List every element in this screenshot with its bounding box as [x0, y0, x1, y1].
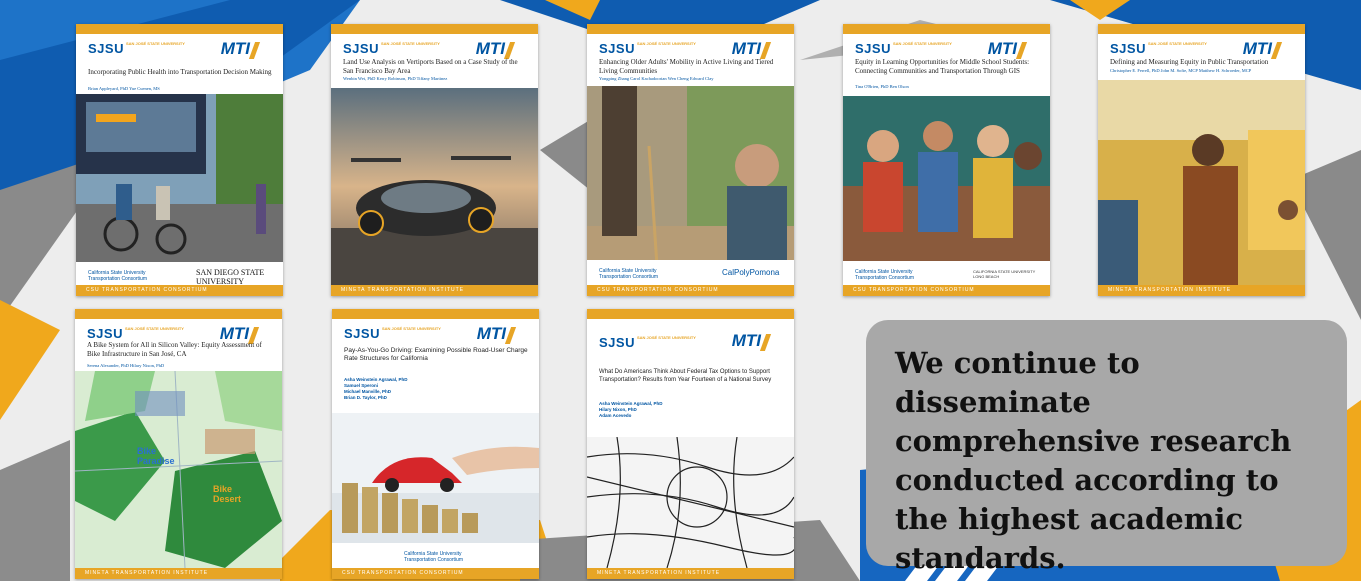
cover-photo-bus-bikes [76, 94, 283, 262]
cover-footer: MINETA TRANSPORTATION INSTITUTE [587, 568, 794, 579]
cover-authors: Brian Appleyard, PhD Yue Cuenen, MS [88, 86, 160, 91]
cover-footer: MINETA TRANSPORTATION INSTITUTE [75, 568, 282, 579]
report-cover-older-adults[interactable]: SJSU SAN JOSÉ STATE UNIVERSITY MTI Enhanc… [587, 24, 794, 296]
cover-title: Equity in Learning Opportunities for Mid… [855, 58, 1030, 75]
cover-title: Pay-As-You-Go Driving: Examining Possibl… [344, 347, 528, 363]
mti-logo: MTI [1243, 39, 1283, 59]
cover-partner-logos: California State University Transportati… [843, 261, 1050, 285]
mti-logo: MTI [476, 39, 516, 59]
cover-authors: Wenbin Wei, PhD Kerry Robinson, PhD Tiff… [343, 76, 448, 81]
cover-title: Incorporating Public Health into Transpo… [88, 68, 272, 76]
cover-partner-logos: California State University Transportati… [587, 260, 794, 285]
cover-photo-air-taxi [331, 88, 538, 285]
cover-photo-bus-rider [1098, 80, 1305, 285]
cover-partner-logos: California State University Transportati… [332, 545, 539, 568]
cover-footer: CSU TRANSPORTATION CONSORTIUM [332, 568, 539, 579]
cover-footer: MINETA TRANSPORTATION INSTITUTE [1098, 285, 1305, 296]
cover-photo-older-adults [587, 86, 794, 286]
cal-poly-pomona-logo: CalPolyPomona [722, 268, 780, 277]
sjsu-logo: SJSU SAN JOSÉ STATE UNIVERSITY [599, 41, 696, 56]
sjsu-logo: SJSU SAN JOSÉ STATE UNIVERSITY [1110, 41, 1207, 56]
cover-map-bike-equity [75, 371, 282, 568]
csu-logo: California State University Transportati… [855, 269, 915, 281]
sjsu-logo: SJSU SAN JOSÉ STATE UNIVERSITY [855, 41, 952, 56]
cover-footer: MINETA TRANSPORTATION INSTITUTE [331, 285, 538, 296]
cover-top-bar [843, 24, 1050, 34]
csulb-logo: CALIFORNIA STATE UNIVERSITY LONG BEACH [973, 269, 1036, 279]
cover-top-bar [331, 24, 538, 34]
report-cover-public-health[interactable]: SJSU SAN JOSÉ STATE UNIVERSITY MTI Incorp… [76, 24, 283, 296]
cover-footer: CSU TRANSPORTATION CONSORTIUM [587, 285, 794, 296]
csu-logo: California State University Transportati… [404, 551, 464, 563]
cover-authors: Tina O'Brien, PhD Ben Olson [855, 84, 909, 89]
cover-title: Enhancing Older Adults' Mobility in Acti… [599, 58, 774, 75]
cover-street-map [587, 437, 794, 568]
mti-logo: MTI [477, 324, 517, 344]
report-cover-equity-learning[interactable]: SJSU SAN JOSÉ STATE UNIVERSITY MTI Equity… [843, 24, 1050, 296]
cover-footer: CSU TRANSPORTATION CONSORTIUM [76, 285, 283, 296]
cover-top-bar [1098, 24, 1305, 34]
sjsu-logo: SJSU SAN JOSÉ STATE UNIVERSITY [343, 41, 440, 56]
headline-text: We continue to disseminate comprehensive… [895, 346, 1292, 575]
map-label-desert: Bike Desert [213, 484, 242, 504]
cover-title: What Do Americans Think About Federal Ta… [599, 369, 772, 383]
csu-logo: California State University Transportati… [599, 268, 659, 280]
cover-authors: Christopher E. Ferrell, PhD John M. Sofi… [1110, 68, 1252, 73]
report-cover-equity-transit[interactable]: SJSU SAN JOSÉ STATE UNIVERSITY MTI Defini… [1098, 24, 1305, 296]
cover-photo-students [843, 96, 1050, 261]
cover-photo-car-coins [332, 413, 539, 543]
cover-title: Defining and Measuring Equity in Public … [1110, 58, 1269, 66]
sjsu-logo: SJSU SAN JOSÉ STATE UNIVERSITY [87, 326, 184, 341]
cover-top-bar [587, 309, 794, 319]
cover-authors: Asha Weinstein Agrawal, PhD Samuel Spero… [344, 377, 408, 400]
cover-title: A Bike System for All in Silicon Valley:… [87, 341, 262, 358]
cover-top-bar [76, 24, 283, 34]
cover-authors: Asha Weinstein Agrawal, PhD Hilary Nixon… [599, 401, 663, 418]
report-cover-bike-system[interactable]: SJSU SAN JOSÉ STATE UNIVERSITY MTI A Bike… [75, 309, 282, 579]
sjsu-text: SJSU [88, 41, 124, 56]
report-cover-federal-tax[interactable]: SJSU SAN JOSÉ STATE UNIVERSITY MTI What D… [587, 309, 794, 579]
cover-top-bar [75, 309, 282, 319]
sjsu-logo: SJSU SAN JOSÉ STATE UNIVERSITY [599, 335, 696, 350]
sjsu-subtext: SAN JOSÉ STATE UNIVERSITY [125, 41, 185, 46]
report-cover-pay-as-you-go[interactable]: SJSU SAN JOSÉ STATE UNIVERSITY MTI Pay-As… [332, 309, 539, 579]
cover-top-bar [332, 309, 539, 319]
mti-text: MTI [220, 39, 250, 58]
map-label-paradise: Bike Paradise [137, 446, 175, 466]
report-cover-vertiports[interactable]: SJSU SAN JOSÉ STATE UNIVERSITY MTI Land U… [331, 24, 538, 296]
mti-logo: MTI [732, 331, 772, 351]
mti-logo: MTI [732, 39, 772, 59]
sdsu-logo: SAN DIEGO STATE UNIVERSITY [196, 268, 265, 286]
cover-footer: CSU TRANSPORTATION CONSORTIUM [843, 285, 1050, 296]
mti-logo: MTI [988, 39, 1028, 59]
sjsu-logo: SJSU SAN JOSÉ STATE UNIVERSITY [344, 326, 441, 341]
csu-logo: California State University Transportati… [88, 270, 148, 282]
cover-top-bar [587, 24, 794, 34]
sjsu-logo: SJSU SAN JOSÉ STATE UNIVERSITY [88, 41, 185, 56]
cover-title: Land Use Analysis on Vertiports Based on… [343, 58, 518, 75]
cover-partner-logos: California State University Transportati… [76, 262, 283, 286]
cover-authors: Yongping Zhang Carol Kachadoorian Wen Ch… [599, 76, 714, 81]
mti-logo: MTI [220, 39, 261, 59]
cover-authors: Serena Alexander, PhD Hilary Nixon, PhD [87, 363, 165, 368]
